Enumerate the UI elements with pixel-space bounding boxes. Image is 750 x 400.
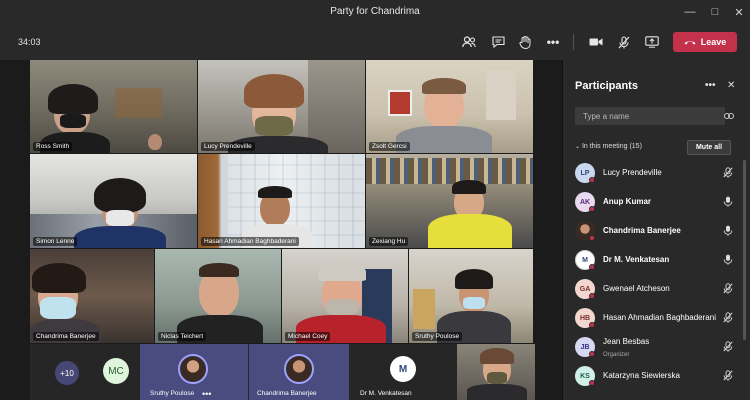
strip-tile[interactable]: Chandrima Banerjee xyxy=(249,344,349,400)
video-tile[interactable]: Simon Lenne xyxy=(30,154,197,248)
avatar xyxy=(178,354,208,384)
strip-tile[interactable]: M Dr M. Venkatesan xyxy=(350,344,456,400)
leave-button[interactable]: Leave xyxy=(673,32,737,52)
mic-muted-icon[interactable] xyxy=(613,32,635,52)
video-tile[interactable]: Zsolt Gercsi xyxy=(366,60,533,153)
teams-meeting-window: Party for Chandrima — □ ✕ 34:03 ••• Leav… xyxy=(0,0,750,400)
avatar: M xyxy=(390,356,416,382)
participant-name: Jean Besbas xyxy=(603,337,650,346)
avatar xyxy=(284,354,314,384)
minimize-icon[interactable]: — xyxy=(678,0,702,24)
video-tile[interactable]: Niclas Teichert xyxy=(155,249,281,343)
title-bar: Party for Chandrima — □ ✕ xyxy=(0,0,750,24)
participant-row[interactable]: GA Gwenael Atcheson xyxy=(563,274,741,303)
mic-muted-icon[interactable] xyxy=(723,370,733,383)
participant-name: Gwenael Atcheson xyxy=(603,284,670,293)
participant-name: Michael Coey xyxy=(285,332,331,341)
presence-busy-icon xyxy=(589,351,595,357)
video-tile[interactable]: Zexiang Hu xyxy=(366,154,533,248)
raise-hand-icon[interactable] xyxy=(514,32,536,52)
panel-title: Participants xyxy=(575,80,638,92)
video-tile[interactable]: Lucy Prendeville xyxy=(198,60,365,153)
mute-all-button[interactable]: Mute all xyxy=(687,140,731,155)
participant-row[interactable]: Chandrima Banerjee xyxy=(563,216,741,245)
video-tile[interactable]: Sruthy Poulose xyxy=(409,249,533,343)
participants-icon[interactable] xyxy=(458,32,480,52)
camera-icon[interactable] xyxy=(585,32,607,52)
participant-role: Organizer xyxy=(603,352,630,358)
presence-busy-icon xyxy=(589,380,595,386)
participant-name: Sruthy Poulose xyxy=(150,390,195,397)
participant-name: Dr M. Venkatesan xyxy=(360,390,412,397)
video-tile[interactable]: Hasan Ahmadian Baghbaderani xyxy=(198,154,365,248)
participant-name: Dr M. Venkatesan xyxy=(603,255,670,264)
participant-name: Lucy Prendeville xyxy=(603,168,662,177)
mic-icon[interactable] xyxy=(723,225,733,238)
participant-name: Simon Lenne xyxy=(33,237,78,246)
more-actions-icon[interactable]: ••• xyxy=(542,32,564,52)
mic-muted-icon[interactable] xyxy=(723,341,733,354)
in-meeting-header[interactable]: ⌄ In this meeting (15) xyxy=(575,143,642,150)
participant-name: Katarzyna Siewierska xyxy=(603,371,680,380)
meeting-toolbar: 34:03 ••• Leave xyxy=(0,24,750,60)
chat-icon[interactable] xyxy=(487,32,509,52)
participant-name: Niclas Teichert xyxy=(158,332,207,341)
participant-row[interactable]: HB Hasan Ahmadian Baghbaderani xyxy=(563,303,741,332)
strip-tile[interactable]: Sruthy Poulose ••• xyxy=(140,344,248,400)
close-panel-icon[interactable]: ✕ xyxy=(727,80,735,91)
participant-name: Chandrima Banerjee xyxy=(603,226,681,235)
participant-name: Zsolt Gercsi xyxy=(369,142,410,151)
more-participants-badge[interactable]: +10 xyxy=(55,361,79,385)
more-options-icon[interactable]: ••• xyxy=(202,389,211,399)
chevron-down-icon: ⌄ xyxy=(575,144,581,150)
participant-name: Zexiang Hu xyxy=(369,237,409,246)
mic-muted-icon[interactable] xyxy=(723,167,733,180)
scrollbar[interactable] xyxy=(743,160,746,340)
presence-busy-icon xyxy=(589,206,595,212)
mic-icon[interactable] xyxy=(723,254,733,267)
participant-name: Anup Kumar xyxy=(603,197,651,206)
toolbar-divider xyxy=(573,34,574,50)
participant-row[interactable]: LP Lucy Prendeville xyxy=(563,158,741,187)
phone-hangup-icon xyxy=(684,41,696,45)
close-icon[interactable]: ✕ xyxy=(727,0,750,24)
participant-name: Hasan Ahmadian Baghbaderani xyxy=(603,313,716,322)
presence-busy-icon xyxy=(589,235,595,241)
participant-name: Ross Smith xyxy=(33,142,73,151)
participant-name: Chandrima Banerjee xyxy=(257,390,317,397)
video-tile[interactable]: Ross Smith xyxy=(30,60,197,153)
participants-panel: Participants ••• ✕ ⌄ In this meeting (15… xyxy=(562,60,750,400)
meeting-timer: 34:03 xyxy=(18,37,41,47)
participant-name: Lucy Prendeville xyxy=(201,142,255,151)
participant-name: Sruthy Poulose xyxy=(412,332,463,341)
maximize-icon[interactable]: □ xyxy=(703,0,727,24)
mic-muted-icon[interactable] xyxy=(723,312,733,325)
participant-row[interactable]: AK Anup Kumar xyxy=(563,187,741,216)
video-tile[interactable]: Michael Coey xyxy=(282,249,408,343)
mic-muted-icon[interactable] xyxy=(723,283,733,296)
share-invite-icon[interactable] xyxy=(724,112,734,122)
video-tile[interactable]: Chandrima Banerjee xyxy=(30,249,154,343)
presence-busy-icon xyxy=(589,264,595,270)
self-view-tile[interactable] xyxy=(457,344,535,400)
share-screen-icon[interactable] xyxy=(641,32,663,52)
participant-row[interactable]: JB Jean Besbas Organizer xyxy=(563,332,741,361)
participant-row[interactable]: KS Katarzyna Siewierska xyxy=(563,361,741,390)
presence-busy-icon xyxy=(589,177,595,183)
participant-name: Hasan Ahmadian Baghbaderani xyxy=(201,237,299,246)
participant-avatar[interactable]: MC xyxy=(103,358,129,384)
presence-busy-icon xyxy=(589,322,595,328)
leave-button-label: Leave xyxy=(700,37,727,47)
more-options-icon[interactable]: ••• xyxy=(705,80,716,91)
participant-name: Chandrima Banerjee xyxy=(33,332,99,341)
mic-icon[interactable] xyxy=(723,196,733,209)
presence-busy-icon xyxy=(589,293,595,299)
in-meeting-label: In this meeting (15) xyxy=(581,143,642,150)
search-input[interactable] xyxy=(575,107,725,125)
participant-row[interactable]: M Dr M. Venkatesan xyxy=(563,245,741,274)
window-title: Party for Chandrima xyxy=(330,6,420,17)
